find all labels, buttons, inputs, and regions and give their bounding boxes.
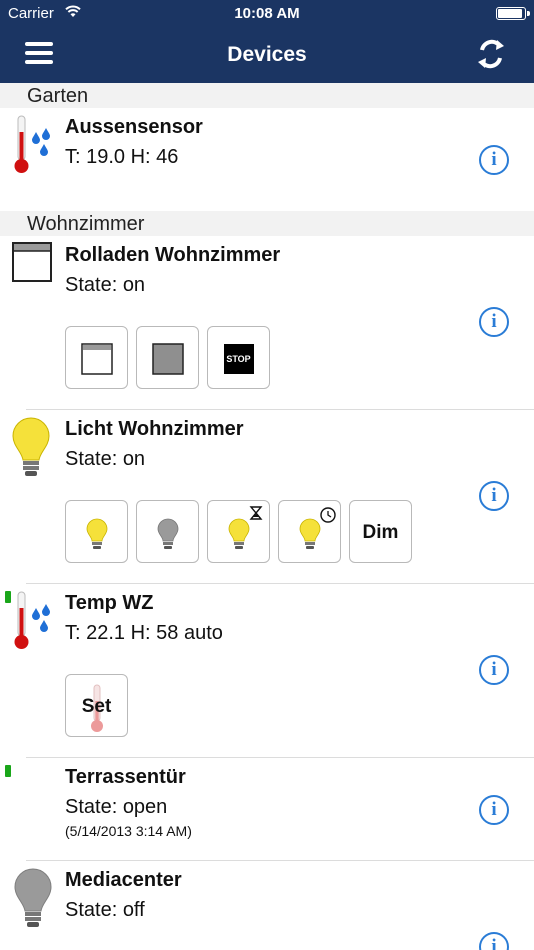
section-title: Wohnzimmer: [27, 213, 145, 235]
lightbulb-on-icon: [12, 417, 50, 476]
device-row-terrassentuer[interactable]: Terrassentür State: open (5/14/2013 3:14…: [0, 758, 534, 861]
light-schedule-button[interactable]: [278, 500, 341, 563]
device-name: Aussensensor: [65, 116, 203, 138]
device-name: Temp WZ: [65, 592, 154, 614]
thermometer-humidity-icon: [14, 591, 50, 649]
lightbulb-off-icon: [14, 868, 52, 927]
lightbulb-off-icon: [157, 518, 179, 549]
lightbulb-clock-icon: [299, 507, 336, 549]
device-state: State: on: [65, 448, 146, 470]
light-on-button[interactable]: [65, 500, 128, 563]
nav-bar: Devices: [0, 28, 534, 83]
shutter-icon: [12, 242, 52, 282]
shutter-stop-button[interactable]: STOP: [207, 326, 270, 389]
battery-level: [498, 9, 523, 18]
shutter-open-icon: [81, 343, 113, 375]
lightbulb-on-icon: [86, 518, 108, 549]
device-name: Licht Wohnzimmer: [65, 418, 244, 440]
info-button[interactable]: i: [479, 795, 509, 825]
device-row-licht[interactable]: Licht Wohnzimmer State: on i Dim: [0, 410, 534, 584]
device-row-tempwz[interactable]: Temp WZ T: 22.1 H: 58 auto i Set: [0, 584, 534, 758]
set-temperature-button[interactable]: Set: [65, 674, 128, 737]
device-state: State: on: [65, 274, 146, 296]
device-row-aussensensor[interactable]: Aussensensor T: 19.0 H: 46 i: [0, 108, 534, 211]
battery-icon: [496, 7, 530, 20]
dim-button[interactable]: Dim: [349, 500, 412, 563]
info-button[interactable]: i: [479, 481, 509, 511]
section-header-garten: Garten: [0, 83, 534, 108]
device-name: Terrassentür: [65, 766, 186, 788]
info-button[interactable]: i: [479, 932, 509, 950]
device-timestamp: (5/14/2013 3:14 AM): [65, 823, 192, 839]
device-state: State: open: [65, 796, 168, 818]
device-state: State: off: [65, 899, 145, 921]
clock: 10:08 AM: [234, 5, 300, 22]
status-bar: Carrier 10:08 AM: [0, 0, 534, 28]
section-header-wohnzimmer: Wohnzimmer: [0, 211, 534, 236]
refresh-icon[interactable]: [476, 38, 506, 70]
device-name: Mediacenter: [65, 869, 182, 891]
shutter-close-button[interactable]: [136, 326, 199, 389]
info-button[interactable]: i: [479, 145, 509, 175]
battery-ok-indicator: [5, 591, 11, 603]
light-timer-button[interactable]: [207, 500, 270, 563]
stop-label: STOP: [226, 354, 251, 364]
page-title: Devices: [227, 43, 307, 66]
device-name: Rolladen Wohnzimmer: [65, 244, 281, 266]
device-state: T: 19.0 H: 46: [65, 146, 179, 168]
section-title: Garten: [27, 85, 89, 107]
device-row-mediacenter[interactable]: Mediacenter State: off i: [0, 861, 534, 950]
dim-label: Dim: [362, 522, 399, 543]
shutter-open-button[interactable]: [65, 326, 128, 389]
shutter-closed-icon: [152, 343, 184, 375]
light-off-button[interactable]: [136, 500, 199, 563]
info-button[interactable]: i: [479, 655, 509, 685]
device-row-rolladen[interactable]: Rolladen Wohnzimmer State: on i STOP: [0, 236, 534, 410]
thermometer-humidity-icon: [14, 115, 50, 173]
battery-ok-indicator: [5, 765, 11, 777]
info-button[interactable]: i: [479, 307, 509, 337]
lightbulb-timer-icon: [228, 506, 263, 549]
set-label: Set: [81, 696, 112, 717]
device-state: T: 22.1 H: 58 auto: [65, 622, 223, 644]
